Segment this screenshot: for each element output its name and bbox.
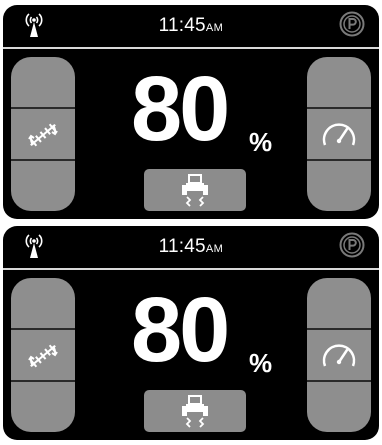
- status-bar: 11:45AM: [3, 226, 379, 270]
- panel-separator: [11, 328, 75, 330]
- status-divider: [3, 47, 379, 49]
- panel-separator: [11, 380, 75, 382]
- clock-ampm: AM: [205, 22, 224, 34]
- rotate-implement-icon: [28, 344, 58, 368]
- right-control-panel[interactable]: [307, 57, 371, 211]
- panel-separator: [307, 380, 371, 382]
- tractor-suspension-icon: [182, 395, 208, 428]
- status-bar: 11:45AM: [3, 5, 379, 49]
- display-screen-1: 11:45AM 80 %: [3, 5, 379, 219]
- speedometer-icon: [322, 344, 356, 367]
- value-readout: 80 %: [131, 59, 273, 165]
- value-readout: 80 %: [131, 280, 273, 386]
- panel-separator: [307, 159, 371, 161]
- panel-separator: [11, 159, 75, 161]
- parking-brake-icon[interactable]: [339, 232, 365, 258]
- value-unit: %: [249, 348, 273, 378]
- clock-time: 11:45: [158, 236, 206, 257]
- clock: 11:45AM: [3, 236, 379, 258]
- clock-time: 11:45: [158, 15, 206, 36]
- panel-separator: [307, 328, 371, 330]
- speedometer-icon: [322, 123, 356, 146]
- left-control-panel[interactable]: [11, 278, 75, 432]
- display-screen-2: 11:45AM 80 %: [3, 226, 379, 440]
- rotate-implement-icon: [28, 123, 58, 147]
- suspension-mode-button[interactable]: [144, 169, 246, 211]
- panel-separator: [307, 107, 371, 109]
- clock-ampm: AM: [205, 243, 224, 255]
- tractor-suspension-icon: [182, 174, 208, 207]
- status-divider: [3, 268, 379, 270]
- right-control-panel[interactable]: [307, 278, 371, 432]
- value-unit: %: [249, 127, 273, 157]
- parking-brake-icon[interactable]: [339, 11, 365, 37]
- suspension-mode-button[interactable]: [144, 390, 246, 432]
- value-number: 80: [131, 279, 230, 381]
- panel-separator: [11, 107, 75, 109]
- clock: 11:45AM: [3, 15, 379, 37]
- left-control-panel[interactable]: [11, 57, 75, 211]
- value-number: 80: [131, 58, 230, 160]
